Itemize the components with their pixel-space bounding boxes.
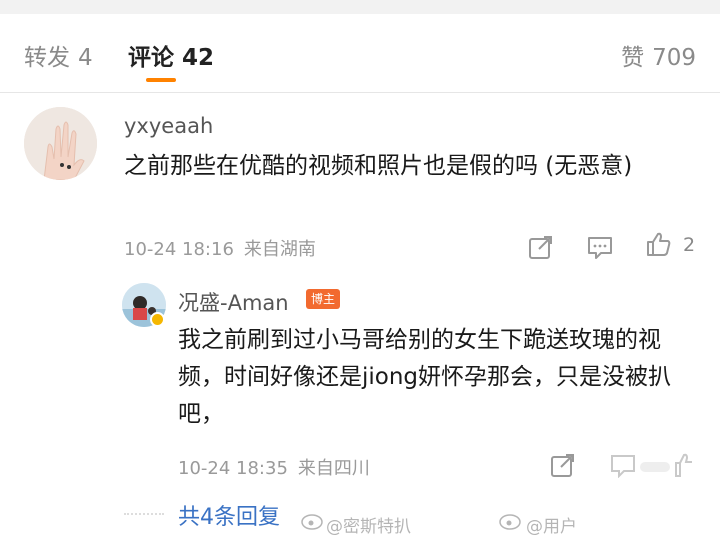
active-tab-indicator	[146, 78, 176, 82]
comment-username[interactable]: yxyeaah	[124, 114, 213, 138]
verified-badge-icon	[150, 312, 165, 327]
like-icon[interactable]	[646, 231, 672, 257]
like-count: 2	[683, 234, 696, 256]
avatar[interactable]	[24, 107, 97, 180]
tab-bar: 转发 4 评论 42 赞 709	[0, 14, 720, 94]
tab-comment-label: 评论	[128, 45, 174, 71]
reply-date: 10-24 18:35	[178, 458, 288, 479]
weibo-logo-icon	[498, 512, 526, 530]
tab-comment-count: 42	[182, 45, 215, 71]
reply-text: 我之前刷到过小马哥给别的女生下跪送玫瑰的视频，时间好像还是jiong妍怀孕那会，…	[178, 327, 672, 427]
top-band	[0, 0, 720, 14]
tab-like[interactable]: 赞 709	[621, 38, 696, 72]
tab-like-label: 赞	[621, 45, 645, 71]
weibo-logo-icon	[300, 512, 328, 530]
reply-meta: 10-24 18:35 来自四川	[178, 454, 370, 480]
reply-location: 来自四川	[297, 458, 370, 479]
tab-repost[interactable]: 转发 4	[24, 38, 93, 72]
share-icon[interactable]	[550, 452, 576, 478]
tab-repost-count: 4	[78, 45, 93, 71]
reply-username[interactable]: 况盛-Aman	[178, 287, 289, 317]
tab-like-count: 709	[652, 45, 696, 71]
dotted-divider	[124, 513, 164, 515]
tab-repost-label: 转发	[24, 45, 70, 71]
comment-location: 来自湖南	[243, 239, 316, 260]
author-badge: 博主	[306, 289, 340, 309]
comment-meta: 10-24 18:16 来自湖南	[124, 235, 316, 261]
comment-icon[interactable]	[587, 234, 613, 260]
share-icon[interactable]	[528, 234, 554, 260]
tab-divider	[0, 92, 720, 93]
comment-text: 之前那些在优酷的视频和照片也是假的吗 (无恶意)	[124, 153, 633, 179]
comment-date: 10-24 18:16	[124, 239, 234, 260]
reply-actions-faded	[610, 452, 694, 478]
tab-comment[interactable]: 评论 42	[128, 38, 214, 72]
more-replies-link[interactable]: 共4条回复	[178, 499, 280, 531]
